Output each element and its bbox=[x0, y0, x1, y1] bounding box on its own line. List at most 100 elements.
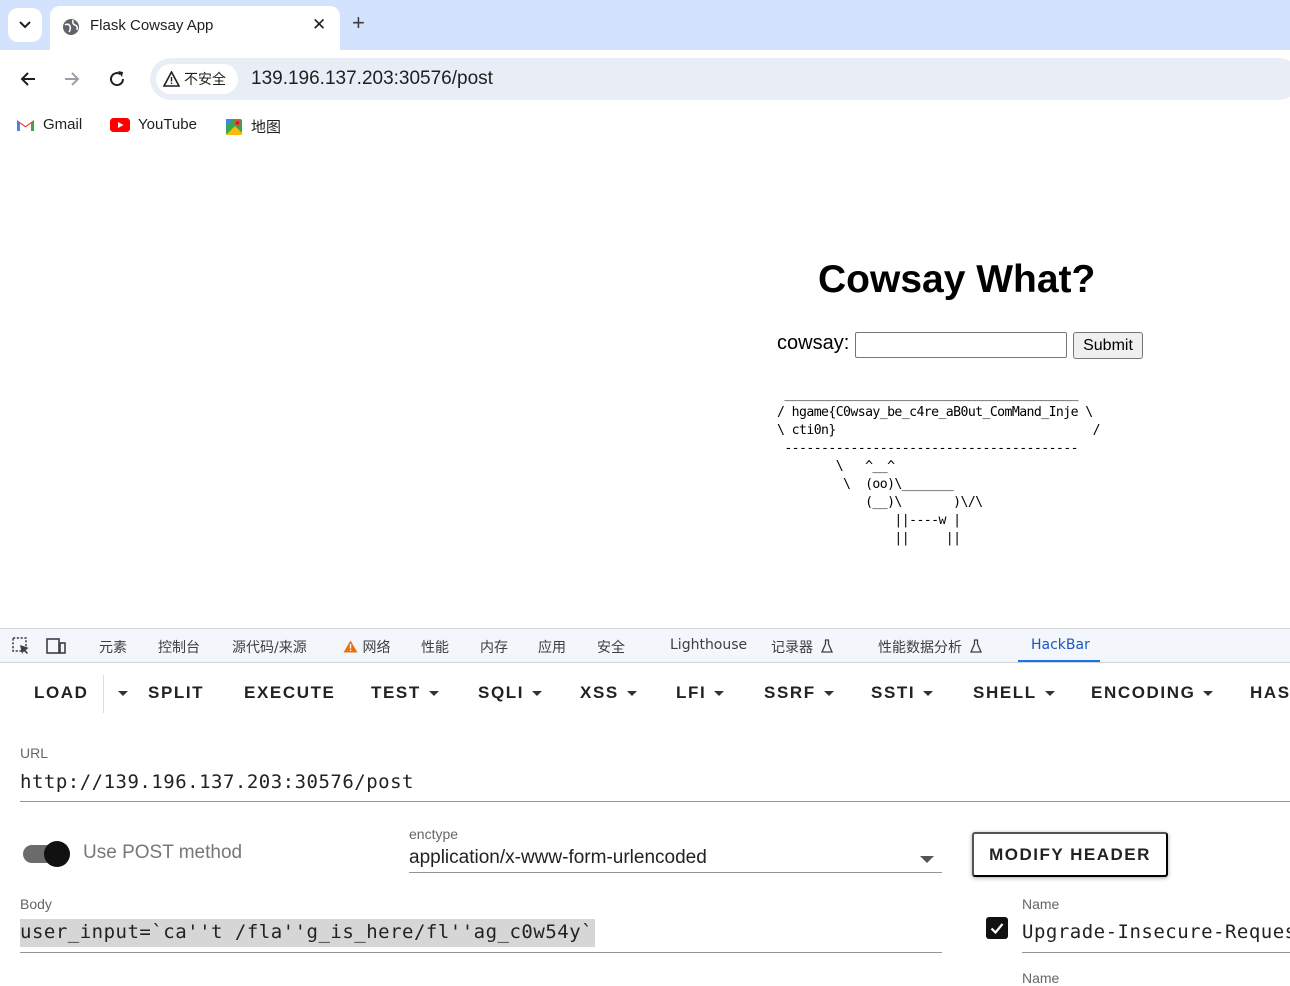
bookmark-label: YouTube bbox=[138, 116, 197, 133]
caret-down-icon bbox=[714, 691, 725, 697]
arrow-left-icon bbox=[20, 72, 35, 86]
url-field[interactable]: http://139.196.137.203:30576/post bbox=[20, 771, 414, 793]
caret-down-icon bbox=[823, 691, 834, 697]
enctype-underline bbox=[409, 872, 942, 873]
hash-menu[interactable]: HASH bbox=[1250, 683, 1290, 703]
devtools-tab-sources[interactable]: 源代码/来源 bbox=[232, 637, 307, 657]
menu-label: ENCODING bbox=[1091, 683, 1196, 702]
caret-down-icon bbox=[532, 691, 543, 697]
device-toolbar-icon[interactable] bbox=[45, 636, 67, 660]
devtools-tab-recorder[interactable]: 记录器 bbox=[771, 637, 834, 657]
devtools-tab-label: 网络 bbox=[362, 640, 391, 656]
dropdown-arrow-icon[interactable] bbox=[920, 856, 934, 863]
body-field-underline bbox=[20, 952, 942, 953]
cowsay-output: ________________________________________… bbox=[777, 387, 1101, 546]
caret-down-icon bbox=[118, 691, 128, 697]
menu-label: SSTI bbox=[871, 683, 916, 702]
cowsay-input[interactable] bbox=[855, 332, 1067, 358]
security-chip[interactable]: 不安全 bbox=[156, 64, 238, 94]
body-field-label: Body bbox=[20, 896, 52, 912]
header-name-label-2: Name bbox=[1022, 970, 1060, 986]
back-button[interactable] bbox=[15, 66, 41, 92]
forward-button[interactable] bbox=[59, 66, 85, 92]
bookmark-label: Gmail bbox=[43, 116, 83, 133]
maps-icon bbox=[226, 118, 242, 135]
post-toggle-label: Use POST method bbox=[83, 842, 243, 863]
active-tab-indicator bbox=[1018, 660, 1100, 662]
bookmarks-bar: Gmail YouTube 地图 bbox=[0, 108, 1290, 144]
devtools-tab-lighthouse[interactable]: Lighthouse bbox=[670, 637, 747, 653]
tab-strip: Flask Cowsay App ✕ + bbox=[0, 0, 1290, 50]
devtools-tab-memory[interactable]: 内存 bbox=[480, 637, 508, 657]
tab-search-button[interactable] bbox=[8, 8, 42, 42]
devtools-tab-network[interactable]: 网络 bbox=[343, 637, 390, 657]
tab-close-button[interactable]: ✕ bbox=[312, 15, 326, 35]
devtools-tab-performance[interactable]: 性能 bbox=[421, 637, 449, 657]
page-title: Cowsay What? bbox=[818, 258, 1096, 301]
devtools-tab-label: 性能数据分析 bbox=[878, 640, 962, 656]
hackbar-panel: LOAD SPLIT EXECUTE TEST SQLI XSS LFI SSR… bbox=[0, 663, 1290, 986]
new-tab-button[interactable]: + bbox=[352, 10, 365, 36]
menu-label: LFI bbox=[676, 683, 707, 702]
caret-down-icon bbox=[1203, 691, 1214, 697]
modify-header-button[interactable]: MODIFY HEADER bbox=[972, 832, 1168, 877]
xss-menu[interactable]: XSS bbox=[580, 683, 637, 703]
address-url[interactable]: 139.196.137.203:30576/post bbox=[251, 68, 493, 90]
devtools-tab-hackbar[interactable]: HackBar bbox=[1031, 637, 1090, 653]
globe-icon bbox=[63, 19, 79, 35]
address-bar[interactable]: 不安全 139.196.137.203:30576/post bbox=[150, 58, 1290, 100]
enctype-select[interactable]: application/x-www-form-urlencoded bbox=[409, 847, 707, 869]
load-button[interactable]: LOAD bbox=[34, 683, 89, 703]
flask-icon bbox=[970, 639, 983, 653]
header-enabled-checkbox[interactable] bbox=[986, 917, 1008, 939]
tab-title: Flask Cowsay App bbox=[90, 17, 214, 34]
devtools-tab-elements[interactable]: 元素 bbox=[99, 637, 127, 657]
split-button[interactable]: SPLIT bbox=[148, 683, 204, 703]
url-field-underline bbox=[20, 801, 1290, 802]
bookmark-gmail[interactable]: Gmail bbox=[16, 116, 82, 133]
warning-icon bbox=[343, 640, 358, 653]
menu-label: XSS bbox=[580, 683, 619, 702]
arrow-right-icon bbox=[65, 72, 80, 86]
encoding-menu[interactable]: ENCODING bbox=[1091, 683, 1214, 703]
header-name-field[interactable]: Upgrade-Insecure-Requests bbox=[1022, 921, 1290, 943]
lfi-menu[interactable]: LFI bbox=[676, 683, 725, 703]
devtools-tabbar: 元素 控制台 源代码/来源 网络 性能 内存 应用 安全 Lighthouse … bbox=[0, 628, 1290, 663]
menu-label: TEST bbox=[371, 683, 421, 702]
execute-button[interactable]: EXECUTE bbox=[244, 683, 336, 703]
ssti-menu[interactable]: SSTI bbox=[871, 683, 934, 703]
cowsay-label: cowsay: bbox=[777, 332, 850, 354]
menu-label: SSRF bbox=[764, 683, 816, 702]
ssrf-menu[interactable]: SSRF bbox=[764, 683, 834, 703]
browser-toolbar: 不安全 139.196.137.203:30576/post bbox=[0, 50, 1290, 108]
sqli-menu[interactable]: SQLI bbox=[478, 683, 543, 703]
devtools-tab-label: 记录器 bbox=[771, 640, 813, 656]
submit-button[interactable]: Submit bbox=[1073, 332, 1143, 359]
gmail-icon bbox=[17, 119, 34, 131]
devtools-tab-security[interactable]: 安全 bbox=[597, 637, 625, 657]
browser-tab[interactable]: Flask Cowsay App ✕ bbox=[50, 6, 340, 50]
bookmark-label: 地图 bbox=[251, 119, 282, 136]
shell-menu[interactable]: SHELL bbox=[973, 683, 1055, 703]
checkmark-icon bbox=[990, 923, 1004, 935]
flask-icon bbox=[821, 639, 834, 653]
inspect-element-icon[interactable] bbox=[11, 636, 31, 660]
devtools-tab-console[interactable]: 控制台 bbox=[158, 637, 200, 657]
reload-icon bbox=[110, 71, 125, 87]
body-field[interactable]: user_input=`ca''t /fla''g_is_here/fl''ag… bbox=[20, 919, 596, 947]
bookmark-maps[interactable]: 地图 bbox=[225, 116, 281, 137]
post-toggle-knob[interactable] bbox=[44, 841, 70, 867]
devtools-tab-application[interactable]: 应用 bbox=[538, 637, 566, 657]
header-name-underline bbox=[1022, 952, 1290, 953]
youtube-icon bbox=[110, 117, 130, 132]
caret-down-icon bbox=[428, 691, 439, 697]
reload-button[interactable] bbox=[104, 66, 130, 92]
test-menu[interactable]: TEST bbox=[371, 683, 439, 703]
devtools-tab-performance-insights[interactable]: 性能数据分析 bbox=[878, 637, 983, 657]
caret-down-icon bbox=[1044, 691, 1055, 697]
url-field-label: URL bbox=[20, 745, 49, 761]
header-name-label: Name bbox=[1022, 896, 1060, 912]
load-options-dropdown[interactable] bbox=[110, 683, 128, 703]
menu-label: SQLI bbox=[478, 683, 525, 702]
bookmark-youtube[interactable]: YouTube bbox=[110, 116, 197, 133]
